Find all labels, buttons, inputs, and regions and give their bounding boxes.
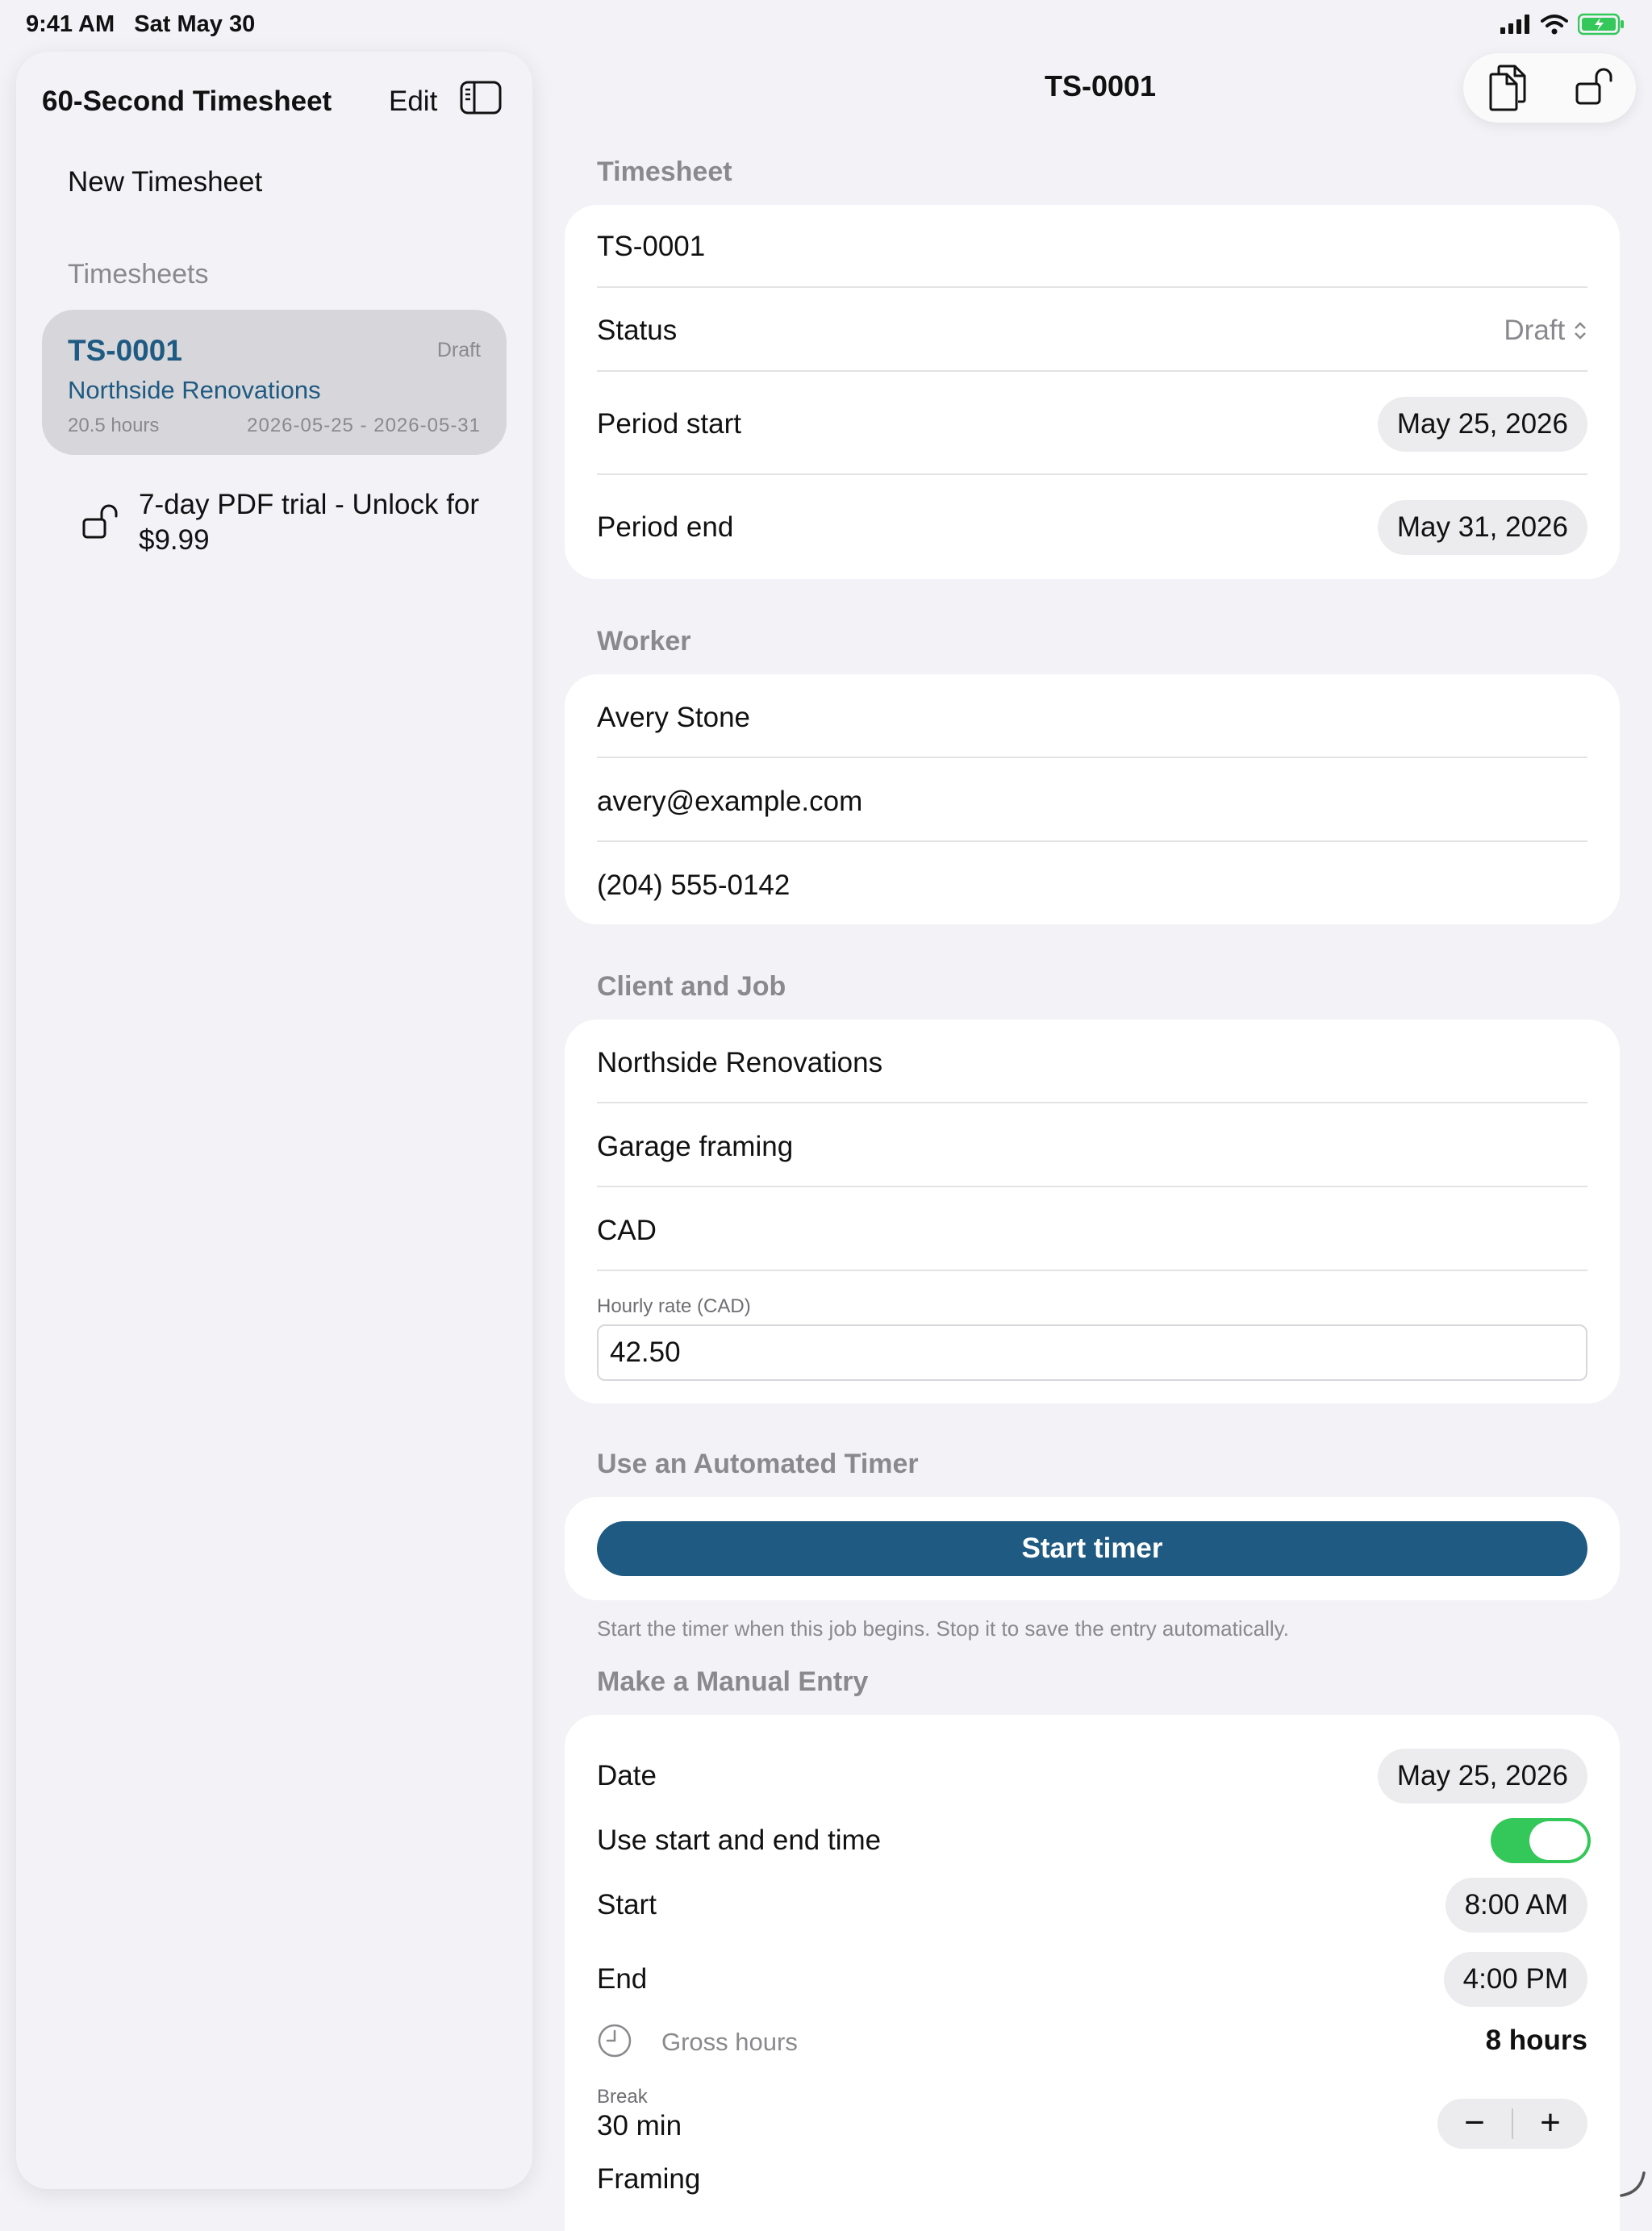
timesheet-status: Draft	[437, 339, 481, 362]
copy-icon[interactable]	[1487, 65, 1528, 111]
period-end-picker[interactable]: May 31, 2026	[1378, 500, 1587, 555]
timesheet-number-field[interactable]: TS-0001	[597, 231, 1587, 263]
start-time-picker[interactable]: 8:00 AM	[1446, 1878, 1587, 1933]
break-stepper: − +	[1437, 2099, 1587, 2149]
worker-email-field[interactable]: avery@example.com	[597, 786, 1587, 818]
status-time: 9:41 AM Sat May 30	[26, 11, 255, 38]
gross-hours-label: Gross hours	[661, 2028, 798, 2057]
app-title: 60-Second Timesheet	[42, 85, 332, 118]
resize-handle-icon[interactable]	[1618, 2170, 1647, 2199]
timer-section-label: Use an Automated Timer	[597, 1449, 919, 1480]
manual-entry-section-label: Make a Manual Entry	[597, 1666, 868, 1698]
sidebar-toggle-icon[interactable]	[460, 81, 502, 115]
edit-button[interactable]: Edit	[389, 85, 437, 118]
break-label: Break	[597, 2086, 648, 2108]
manual-entry-card: Date May 25, 2026 Use start and end time…	[565, 1715, 1620, 2231]
increment-button[interactable]: +	[1513, 2099, 1587, 2149]
timer-helper-text: Start the timer when this job begins. St…	[597, 1616, 1289, 1641]
entry-date-picker[interactable]: May 25, 2026	[1378, 1749, 1587, 1804]
status-bar: 9:41 AM Sat May 30	[0, 0, 1652, 52]
worker-name-field[interactable]: Avery Stone	[597, 702, 1587, 734]
use-times-toggle[interactable]	[1491, 1818, 1591, 1863]
timesheets-section-label: Timesheets	[68, 259, 208, 290]
hourly-rate-label: Hourly rate (CAD)	[597, 1295, 751, 1318]
new-timesheet-button[interactable]: New Timesheet	[68, 166, 262, 198]
gross-hours-value: 8 hours	[1486, 2025, 1587, 2057]
currency-field[interactable]: CAD	[597, 1215, 1587, 1247]
start-time-label: Start	[597, 1889, 1587, 1921]
use-times-label: Use start and end time	[597, 1824, 1587, 1857]
task-field[interactable]: Framing	[597, 2163, 1587, 2196]
unlock-icon	[82, 503, 119, 539]
timesheet-hours: 20.5 hours	[68, 415, 159, 437]
job-name-field[interactable]: Garage framing	[597, 1131, 1587, 1163]
timesheet-date-range: 2026-05-25 - 2026-05-31	[247, 415, 481, 437]
start-timer-button[interactable]: Start timer	[597, 1521, 1587, 1576]
clock-icon	[597, 2023, 632, 2058]
timesheet-list-item[interactable]: TS-0001 Draft Northside Renovations 20.5…	[42, 310, 507, 455]
worker-phone-field[interactable]: (204) 555-0142	[597, 869, 1587, 902]
worker-card: Avery Stone avery@example.com (204) 555-…	[565, 674, 1620, 924]
toolbar-actions	[1463, 53, 1636, 123]
sidebar-header: 60-Second Timesheet Edit	[42, 69, 513, 121]
timer-card: Start timer	[565, 1497, 1620, 1600]
status-picker[interactable]: Draft	[1504, 315, 1587, 347]
sidebar: 60-Second Timesheet Edit New Timesheet T…	[16, 52, 532, 2189]
end-time-label: End	[597, 1963, 1587, 1995]
timesheet-section-label: Timesheet	[597, 156, 732, 188]
unlock-icon[interactable]	[1575, 66, 1615, 106]
status-label: Status	[597, 315, 1587, 347]
decrement-button[interactable]: −	[1437, 2099, 1512, 2149]
hourly-rate-input[interactable]	[597, 1324, 1587, 1381]
timesheet-card: TS-0001 Status Draft Period start May 25…	[565, 205, 1620, 579]
timesheet-client: Northside Renovations	[68, 376, 321, 405]
battery-icon	[1578, 13, 1625, 35]
chevron-up-down-icon	[1573, 319, 1587, 342]
signal-icon	[1500, 15, 1531, 34]
end-time-picker[interactable]: 4:00 PM	[1444, 1952, 1587, 2007]
wifi-icon	[1541, 14, 1568, 35]
page-title: TS-0001	[939, 69, 1262, 103]
trial-label: 7-day PDF trial - Unlock for $9.99	[139, 487, 487, 558]
client-name-field[interactable]: Northside Renovations	[597, 1047, 1587, 1079]
timesheet-id: TS-0001	[68, 334, 182, 368]
worker-section-label: Worker	[597, 626, 691, 657]
client-job-section-label: Client and Job	[597, 971, 786, 1003]
client-job-card: Northside Renovations Garage framing CAD…	[565, 1020, 1620, 1403]
period-start-picker[interactable]: May 25, 2026	[1378, 397, 1587, 452]
